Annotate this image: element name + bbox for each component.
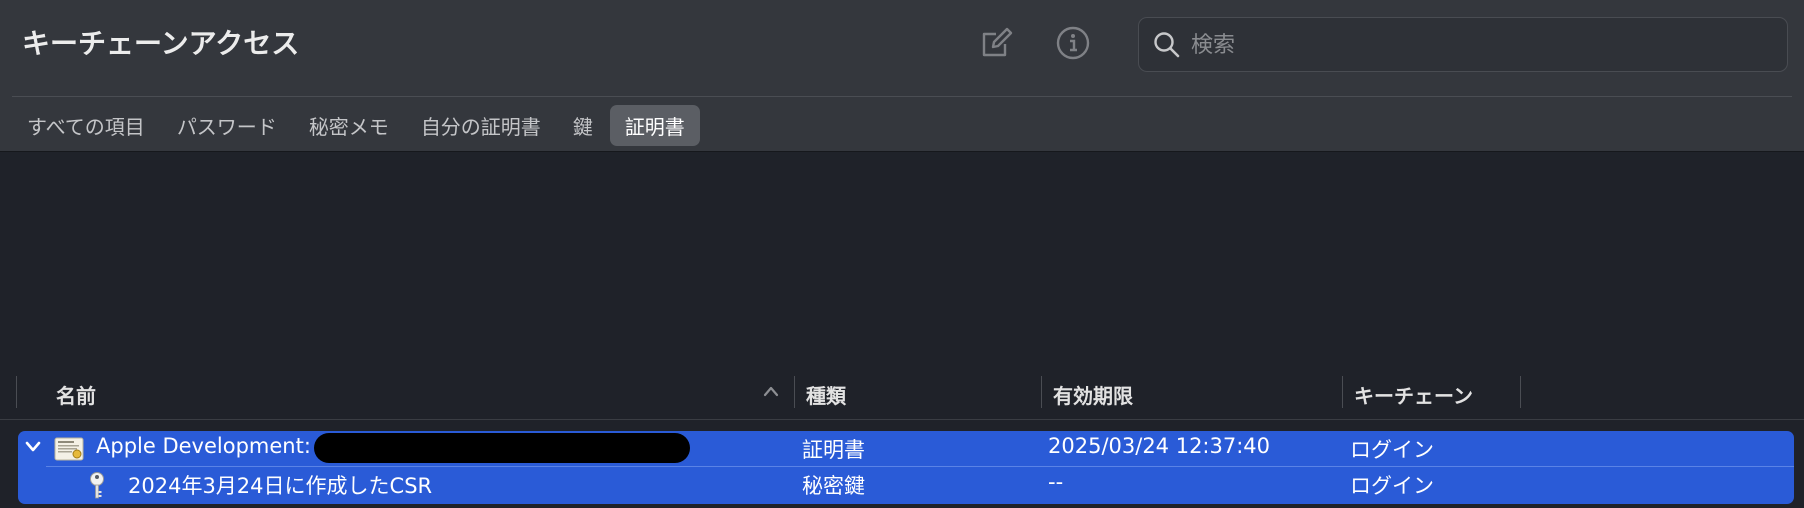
app-title: キーチェーンアクセス xyxy=(22,27,300,60)
info-button[interactable] xyxy=(1054,24,1092,62)
search-input[interactable] xyxy=(1191,26,1771,64)
row-kind: 秘密鍵 xyxy=(802,474,865,498)
tab-secure-notes[interactable]: 秘密メモ xyxy=(294,105,404,146)
table-row[interactable]: Apple Development: 証明書 2025/03/24 12:37:… xyxy=(18,431,1794,467)
tab-all-items[interactable]: すべての項目 xyxy=(12,105,160,146)
column-header-keychain[interactable]: キーチェーン xyxy=(1354,380,1473,409)
tab-certificates[interactable]: 証明書 xyxy=(609,104,700,146)
column-header-name[interactable]: 名前 xyxy=(56,380,96,409)
row-expires: -- xyxy=(1048,470,1064,494)
column-separator[interactable] xyxy=(1520,376,1521,408)
compose-icon xyxy=(982,27,1013,57)
column-header-kind[interactable]: 種類 xyxy=(806,380,846,409)
chevron-down-icon[interactable] xyxy=(24,440,42,454)
sort-ascending-icon[interactable] xyxy=(762,384,780,398)
column-separator xyxy=(16,376,17,408)
column-separator[interactable] xyxy=(1041,376,1042,408)
tab-my-certificates[interactable]: 自分の証明書 xyxy=(406,105,556,146)
compose-button[interactable] xyxy=(978,24,1016,62)
tab-keys[interactable]: 鍵 xyxy=(558,105,608,146)
certificate-icon xyxy=(54,437,84,461)
column-separator[interactable] xyxy=(794,376,795,408)
search-icon xyxy=(1154,32,1180,58)
table-row[interactable]: 2024年3月24日に作成したCSR 秘密鍵 -- ログイン xyxy=(18,467,1794,503)
redacted-name xyxy=(314,433,690,463)
row-name: Apple Development: xyxy=(96,434,311,458)
tab-passwords[interactable]: パスワード xyxy=(162,105,292,146)
toolbar: キーチェーンアクセス すべての項目 パスワード 秘密メモ 自分の証明書 鍵 証明… xyxy=(0,0,1804,152)
category-tabs: すべての項目 パスワード 秘密メモ 自分の証明書 鍵 証明書 xyxy=(12,104,702,146)
toolbar-divider xyxy=(12,96,1792,97)
key-icon xyxy=(90,472,104,499)
selected-rows: Apple Development: 証明書 2025/03/24 12:37:… xyxy=(18,431,1794,504)
search-field[interactable] xyxy=(1138,17,1788,72)
list-header: 名前 種類 有効期限 キーチェーン xyxy=(0,374,1804,420)
row-kind: 証明書 xyxy=(802,438,865,462)
row-keychain: ログイン xyxy=(1350,474,1434,498)
info-icon xyxy=(1056,26,1090,60)
column-header-expires[interactable]: 有効期限 xyxy=(1053,380,1133,409)
row-expires: 2025/03/24 12:37:40 xyxy=(1048,434,1271,458)
row-keychain: ログイン xyxy=(1350,438,1434,462)
column-separator[interactable] xyxy=(1342,376,1343,408)
row-name: 2024年3月24日に作成したCSR xyxy=(128,474,433,498)
